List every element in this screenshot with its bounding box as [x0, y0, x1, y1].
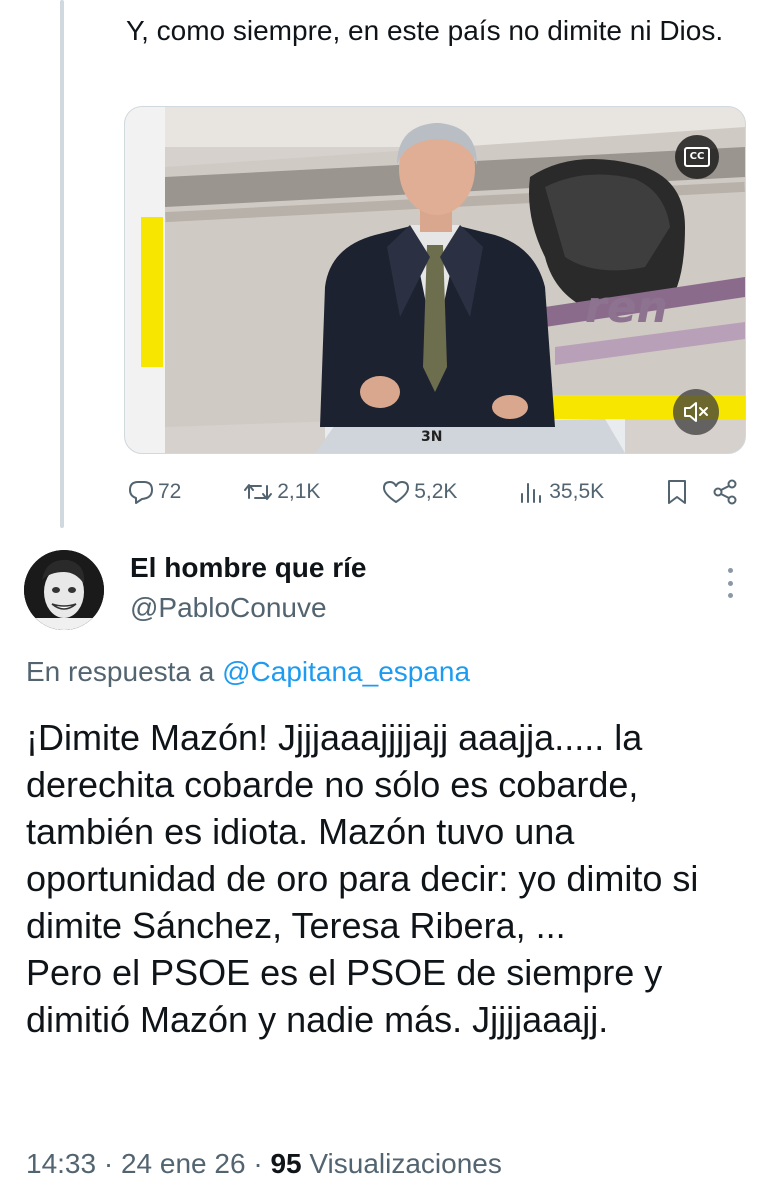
reply-prefix: En respuesta a — [26, 656, 215, 687]
meta-separator: · — [253, 1148, 263, 1179]
reply-action[interactable]: 72 — [128, 480, 181, 504]
tweet-time[interactable]: 14:33 — [26, 1148, 96, 1179]
views-action[interactable]: 35,5K — [519, 480, 604, 504]
closed-captions-button[interactable]: CC — [675, 135, 719, 179]
more-options-icon[interactable] — [720, 568, 740, 598]
tweet-metadata: 14:33 · 24 ene 26 · 95 Visualizaciones — [26, 1148, 502, 1180]
views-bar-chart-icon — [521, 483, 542, 503]
reply-tweet-text: ¡Dimite Mazón! Jjjjaaajjjjajj aaajja....… — [26, 717, 699, 1040]
parent-tweet-text: Y, como siempre, en este país no dimite … — [126, 15, 724, 46]
views-label: Visualizaciones — [309, 1148, 502, 1179]
like-action[interactable]: 5,2K — [382, 480, 457, 504]
thread-connector-line — [60, 0, 64, 528]
video-player[interactable]: ren 3N CC — [124, 106, 746, 454]
reply-to-mention-link[interactable]: @Capitana_espana — [222, 656, 470, 687]
reply-context: En respuesta a @Capitana_espana — [26, 656, 470, 688]
video-background-text: ren — [585, 282, 668, 333]
reply-count: 72 — [158, 480, 182, 503]
meta-separator: · — [103, 1148, 114, 1179]
view-count: 35,5K — [549, 480, 605, 503]
speaker-muted-icon — [684, 402, 708, 422]
author-avatar[interactable] — [24, 550, 104, 630]
bookmark-icon[interactable] — [666, 479, 688, 505]
tweet-view-count: 95 — [270, 1148, 302, 1179]
author-handle[interactable]: @PabloConuve — [130, 592, 327, 624]
tweet-date[interactable]: 24 ene 26 — [121, 1148, 246, 1179]
repost-action[interactable]: 2,1K — [243, 480, 320, 504]
reply-bubble-icon — [129, 481, 153, 504]
avatar-image — [24, 550, 104, 630]
closed-captions-icon: CC — [684, 147, 710, 167]
like-count: 5,2K — [414, 480, 458, 503]
share-icon[interactable] — [712, 479, 738, 505]
tweet-action-bar: 72 2,1K 5,2K 35,5K — [128, 474, 738, 510]
unmute-button[interactable] — [673, 389, 719, 435]
heart-icon — [383, 481, 410, 503]
repost-icon — [244, 484, 273, 500]
author-display-name[interactable]: El hombre que ríe — [130, 552, 367, 584]
repost-count: 2,1K — [277, 480, 321, 503]
channel-watermark: 3N — [421, 429, 442, 445]
video-frame: ren 3N — [125, 107, 745, 453]
